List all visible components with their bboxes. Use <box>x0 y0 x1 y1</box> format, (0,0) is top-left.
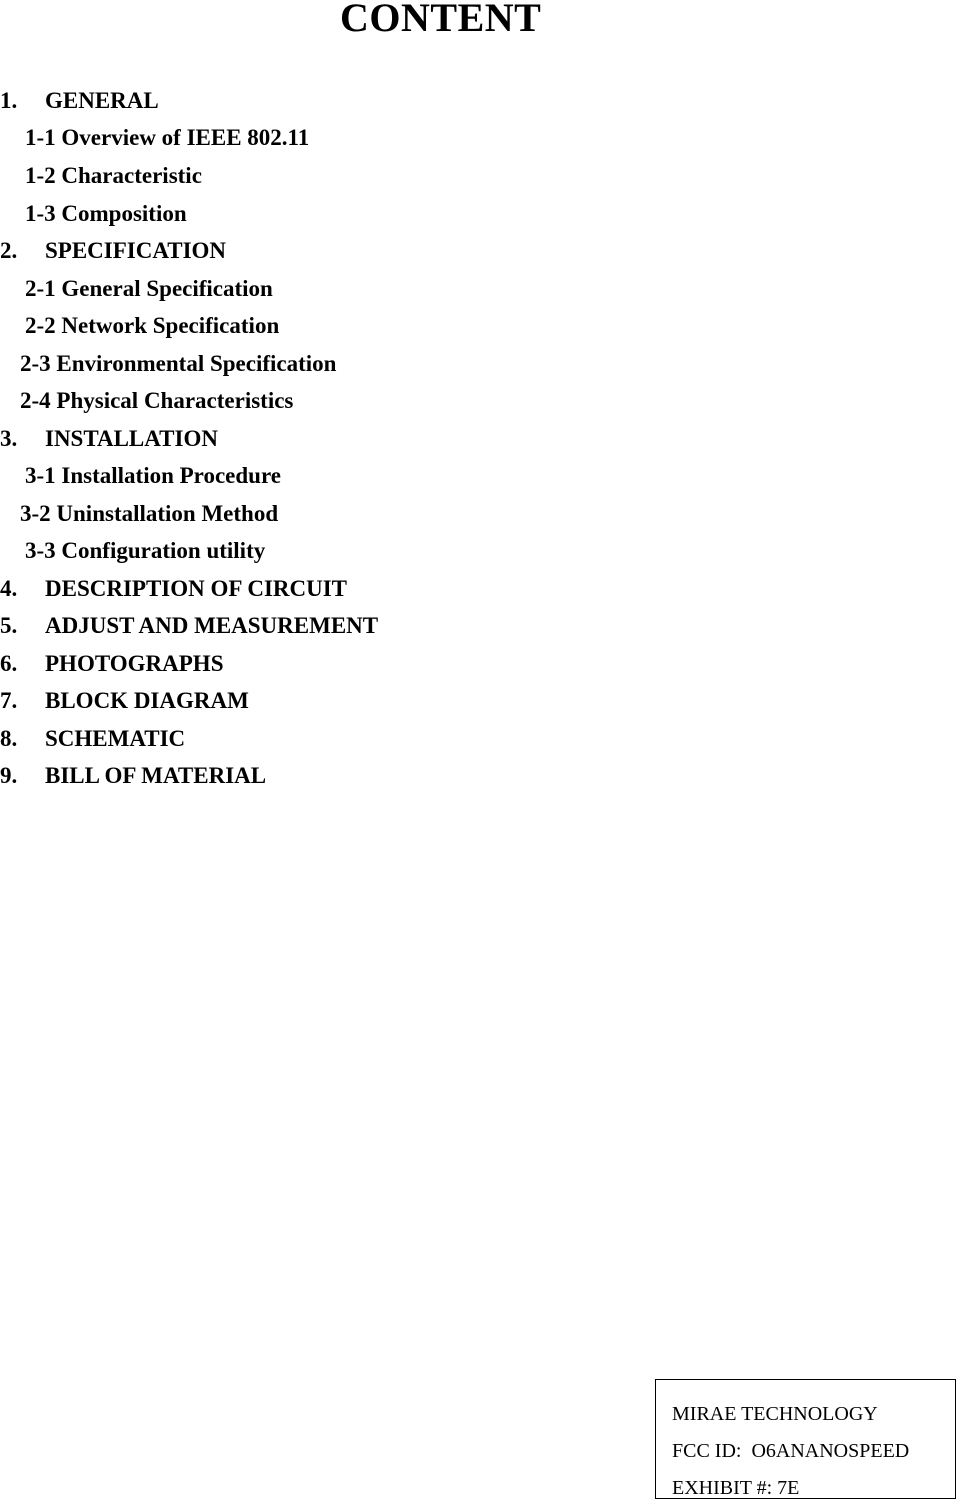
toc-section-5: 5. ADJUST AND MEASUREMENT <box>0 613 378 639</box>
toc-subsection: 2-4 Physical Characteristics <box>20 388 294 413</box>
toc-label: SPECIFICATION <box>45 238 227 263</box>
toc-label: BILL OF MATERIAL <box>45 763 267 788</box>
company-name: MIRAE TECHNOLOGY <box>672 1403 878 1425</box>
toc-section-2: 2. SPECIFICATION <box>0 238 226 264</box>
toc-section-9: 9. BILL OF MATERIAL <box>0 763 266 789</box>
toc-number: 9. <box>0 763 18 788</box>
toc-number: 4. <box>0 576 18 601</box>
toc-number: 8. <box>0 726 18 751</box>
toc-number: 6. <box>0 651 18 676</box>
toc-label: BLOCK DIAGRAM <box>45 688 249 713</box>
toc-subsection: 2-3 Environmental Specification <box>20 351 337 376</box>
exhibit-number: EXHIBIT #: 7E <box>672 1477 800 1499</box>
toc-section-6: 6. PHOTOGRAPHS <box>0 651 224 677</box>
toc-section-3: 3. INSTALLATION <box>0 426 218 452</box>
fcc-label-box: MIRAE TECHNOLOGY FCC ID: O6ANANOSPEED EX… <box>655 1379 956 1499</box>
toc-number: 5. <box>0 613 18 638</box>
toc-label: PHOTOGRAPHS <box>45 651 224 676</box>
toc-subsection: 1-1 Overview of IEEE 802.11 <box>25 125 310 150</box>
toc-subsection: 2-2 Network Specification <box>25 313 280 338</box>
toc-section-8: 8. SCHEMATIC <box>0 726 185 752</box>
toc-label: ADJUST AND MEASUREMENT <box>45 613 379 638</box>
page-title: CONTENT <box>340 0 542 40</box>
toc-subsection: 3-1 Installation Procedure <box>25 463 281 488</box>
toc-number: 3. <box>0 426 18 451</box>
toc-number: 7. <box>0 688 18 713</box>
toc-subsection: 1-3 Composition <box>25 201 187 226</box>
toc-label: GENERAL <box>45 88 159 113</box>
toc-number: 2. <box>0 238 18 263</box>
toc-subsection: 2-1 General Specification <box>25 276 273 301</box>
toc-subsection: 1-2 Characteristic <box>25 163 202 188</box>
toc-label: DESCRIPTION OF CIRCUIT <box>45 576 348 601</box>
toc-subsection: 3-3 Configuration utility <box>25 538 266 563</box>
toc-number: 1. <box>0 88 18 113</box>
toc-label: SCHEMATIC <box>45 726 186 751</box>
toc-subsection: 3-2 Uninstallation Method <box>20 501 279 526</box>
toc-section-1: 1. GENERAL <box>0 88 159 114</box>
fcc-id: FCC ID: O6ANANOSPEED <box>672 1440 910 1462</box>
toc-section-4: 4. DESCRIPTION OF CIRCUIT <box>0 576 347 602</box>
toc-section-7: 7. BLOCK DIAGRAM <box>0 688 249 714</box>
toc-label: INSTALLATION <box>45 426 218 451</box>
